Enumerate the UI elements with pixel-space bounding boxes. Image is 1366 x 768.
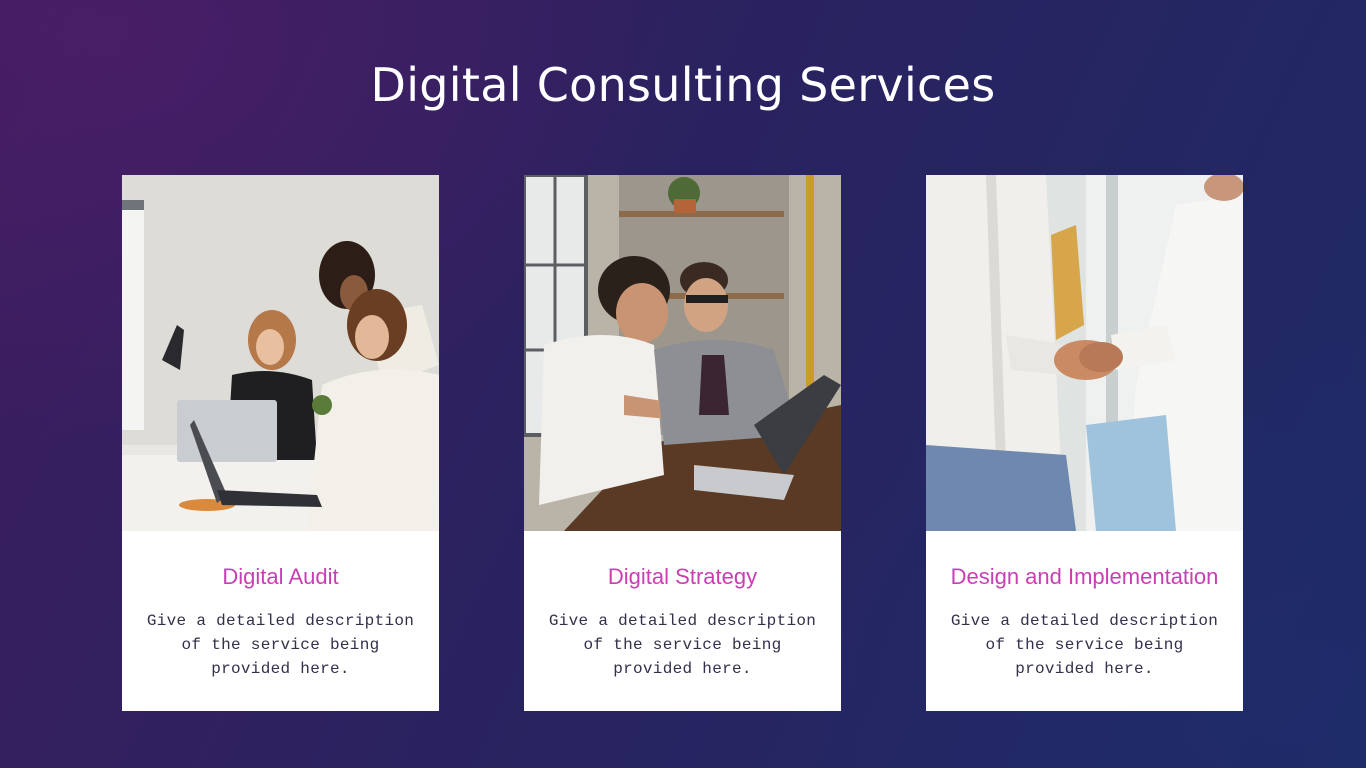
slide-title: Digital Consulting Services [370, 58, 996, 112]
service-description: Give a detailed description of the servi… [146, 612, 415, 678]
service-description: Give a detailed description of the servi… [950, 612, 1219, 678]
service-title: Digital Audit [222, 564, 339, 589]
service-description: Give a detailed description of the servi… [548, 612, 817, 678]
service-card-digital-strategy: Digital Strategy Give a detailed descrip… [524, 175, 841, 711]
business-handshake-photo [926, 175, 1243, 531]
two-men-reviewing-laptop-photo [524, 175, 841, 531]
service-title: Digital Strategy [607, 564, 758, 589]
service-card-design-implementation: Design and Implementation Give a detaile… [926, 175, 1243, 711]
service-card-digital-audit: Digital Audit Give a detailed descriptio… [122, 175, 439, 711]
service-title: Design and Implementation [950, 564, 1219, 589]
team-working-on-laptops-photo [122, 175, 439, 531]
